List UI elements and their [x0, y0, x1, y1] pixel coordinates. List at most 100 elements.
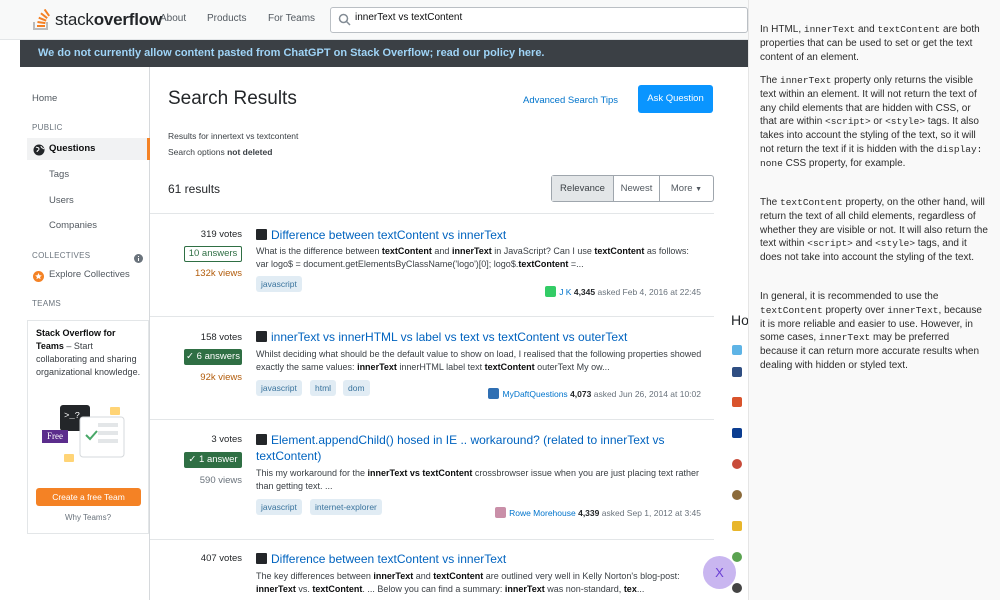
answer-count: ✓ 6 answers — [184, 349, 242, 365]
question-author: MyDaftQuestions 4,073 asked Jun 26, 2014… — [488, 388, 701, 399]
hot-network-heading: Ho — [731, 312, 749, 328]
tag-javascript[interactable]: javascript — [256, 499, 302, 515]
close-panel-button[interactable]: X — [703, 556, 736, 589]
user-avatar[interactable] — [495, 507, 507, 518]
site-icon[interactable] — [732, 521, 742, 531]
stackoverflow-logo[interactable]: stackoverflow — [32, 8, 162, 31]
user-name-link[interactable]: Rowe Morehouse — [509, 508, 576, 518]
advanced-search-tips-link[interactable]: Advanced Search Tips — [523, 95, 618, 106]
logo-text: stackoverflow — [55, 10, 162, 29]
results-for-text: Results for innertext vs textcontent — [168, 131, 299, 141]
bookmark-icon[interactable] — [732, 397, 742, 407]
tag-dom[interactable]: dom — [343, 380, 370, 396]
user-reputation: 4,339 — [578, 508, 600, 518]
sort-tab-more[interactable]: More ▼ — [660, 176, 713, 201]
search-input[interactable] — [355, 12, 735, 23]
sidebar-heading-collectives: COLLECTIVES — [32, 251, 91, 260]
sort-tabs: Relevance Newest More ▼ — [551, 175, 714, 202]
create-team-button[interactable]: Create a free Team — [36, 488, 141, 506]
why-teams-link[interactable]: Why Teams? — [28, 513, 148, 522]
sidebar-heading-public: PUBLIC — [32, 123, 63, 132]
check-icon: ✓ — [188, 454, 197, 465]
answer-title-link[interactable]: Difference between textContent vs innerT… — [256, 551, 696, 567]
svg-text:>_?: >_? — [64, 411, 80, 421]
sidebar-item-users[interactable]: Users — [49, 195, 74, 206]
ask-question-button[interactable]: Ask Question — [638, 85, 713, 113]
teams-promo-text: Stack Overflow for Teams – Start collabo… — [36, 327, 142, 379]
user-avatar[interactable] — [545, 286, 557, 297]
results-count: 61 results — [168, 182, 221, 196]
site-icon[interactable] — [732, 583, 742, 593]
sidebar-item-explore-collectives[interactable]: Explore Collectives — [49, 269, 130, 280]
view-count: 590 views — [199, 475, 242, 486]
tag-javascript[interactable]: javascript — [256, 276, 302, 292]
top-bar: stackoverflow About Products For Teams — [0, 0, 748, 40]
nav-for-teams[interactable]: For Teams — [268, 13, 315, 24]
user-name-link[interactable]: J K — [559, 287, 571, 297]
answer-count: ✓ 1 answer — [184, 452, 242, 468]
info-icon[interactable] — [134, 250, 143, 268]
left-sidebar: Home PUBLIC Questions Tags Users Compani… — [27, 67, 150, 600]
view-count: 92k views — [200, 372, 242, 383]
site-icon[interactable] — [732, 490, 742, 500]
answer-icon — [256, 553, 267, 564]
question-title-link[interactable]: Element.appendChild() hosed in IE .. wor… — [256, 432, 696, 464]
search-options-value: not deleted — [227, 147, 273, 157]
asked-date: asked Feb 4, 2016 at 22:45 — [597, 287, 702, 297]
question-excerpt: This my workaround for the innerText vs … — [256, 468, 700, 491]
user-reputation: 4,073 — [570, 389, 592, 399]
user-avatar[interactable] — [488, 388, 500, 399]
sort-tab-newest[interactable]: Newest — [614, 176, 660, 201]
question-excerpt: What is the difference between textConte… — [256, 246, 689, 269]
free-badge: Free — [42, 430, 68, 443]
nav-products[interactable]: Products — [207, 13, 246, 24]
question-title-link[interactable]: innerText vs innerHTML vs label vs text … — [256, 329, 696, 345]
asked-date: asked Sep 1, 2012 at 3:45 — [601, 508, 701, 518]
question-summary: 3 votes ✓ 1 answer 590 views Element.app… — [150, 419, 714, 539]
page-title: Search Results — [168, 88, 297, 109]
assistant-paragraph: In HTML, innerText and textContent are b… — [760, 24, 980, 63]
site-icon[interactable] — [732, 367, 742, 377]
question-icon — [256, 331, 267, 342]
sidebar-item-questions[interactable]: Questions — [27, 138, 150, 160]
policy-banner-text[interactable]: We do not currently allow content pasted… — [38, 47, 545, 59]
globe-icon — [33, 143, 45, 161]
vote-count: 407 votes — [200, 553, 242, 564]
question-icon — [256, 229, 267, 240]
site-icon[interactable] — [732, 428, 742, 438]
assistant-paragraph: In general, it is recommended to use the… — [760, 291, 982, 371]
site-icon[interactable] — [732, 345, 742, 355]
question-excerpt: Whilst deciding what should be the defau… — [256, 349, 702, 372]
search-box[interactable] — [330, 7, 748, 33]
sidebar-item-companies[interactable]: Companies — [49, 220, 97, 231]
sidebar-item-home[interactable]: Home — [32, 93, 57, 104]
answer-excerpt: The key differences between innerText an… — [256, 571, 680, 594]
chevron-down-icon: ▼ — [695, 186, 703, 193]
policy-banner: We do not currently allow content pasted… — [20, 40, 748, 67]
check-icon: ✓ — [186, 351, 194, 362]
answer-summary: 407 votes Difference between textContent… — [150, 539, 714, 600]
question-title-link[interactable]: Difference between textContent vs innerT… — [256, 227, 696, 243]
sidebar-heading-teams: TEAMS — [32, 299, 62, 308]
tag-internet-explorer[interactable]: internet-explorer — [310, 499, 382, 515]
search-icon — [338, 13, 351, 31]
site-icon[interactable] — [732, 459, 742, 469]
collectives-star-icon — [33, 269, 44, 287]
teams-promo-card: Stack Overflow for Teams – Start collabo… — [27, 320, 149, 534]
view-count: 132k views — [195, 268, 242, 279]
teams-illustration: >_? Free — [42, 403, 137, 468]
tag-javascript[interactable]: javascript — [256, 380, 302, 396]
assistant-paragraph: The innerText property only returns the … — [760, 75, 983, 169]
question-author: J K 4,345 asked Feb 4, 2016 at 22:45 — [545, 286, 701, 297]
vote-count: 319 votes — [200, 229, 242, 240]
sidebar-item-tags[interactable]: Tags — [49, 169, 69, 180]
asked-date: asked Jun 26, 2014 at 10:02 — [593, 389, 701, 399]
answer-count: 10 answers — [184, 246, 242, 262]
site-icon[interactable] — [732, 552, 742, 562]
nav-about[interactable]: About — [160, 13, 186, 24]
tag-html[interactable]: html — [310, 380, 337, 396]
user-name-link[interactable]: MyDaftQuestions — [502, 389, 567, 399]
sort-tab-relevance[interactable]: Relevance — [552, 176, 614, 201]
assistant-paragraph: The textContent property, on the other h… — [760, 197, 988, 264]
question-icon — [256, 434, 267, 445]
